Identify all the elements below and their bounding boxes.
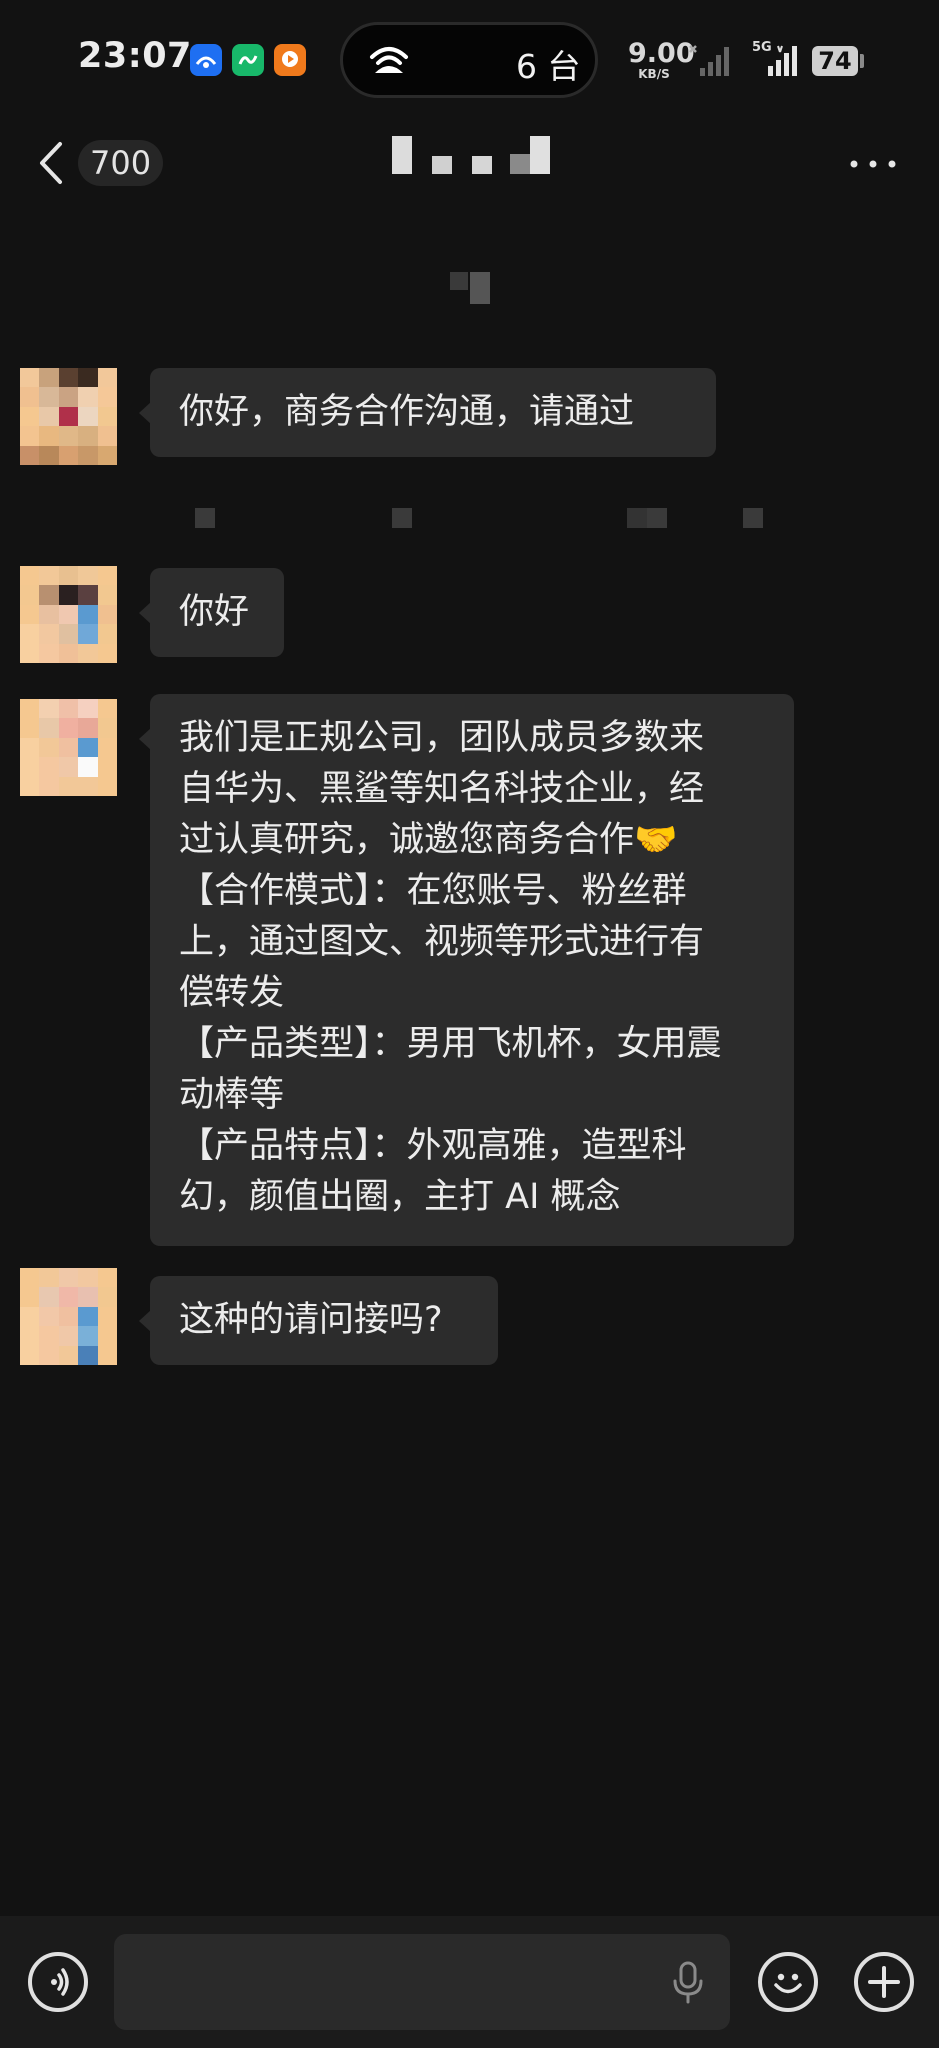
network-speed-value: 9.00 [628,38,695,69]
message-text-line: 【产品类型】：男用飞机杯，女用震 [179,1024,722,1064]
voice-icon [51,1968,69,1996]
message-bubble[interactable]: 我们是正规公司，团队成员多数来 自华为、黑鲨等知名科技企业，经 过认真研究，诚邀… [139,694,794,1246]
battery-level: 74 [812,46,858,76]
emoji-icon [774,1973,802,1994]
app-notification-icon [190,44,222,76]
message-text-line: 我们是正规公司，团队成员多数来 [179,718,705,758]
message-text-line: 偿转发 [179,973,285,1013]
message-input[interactable] [114,1934,730,2030]
app-notification-icon [274,44,306,76]
battery-tip [860,54,864,68]
message-text: 你好，商务合作沟通，请通过 [179,392,635,432]
contact-avatar[interactable] [20,566,117,663]
contact-name-redacted [392,136,552,176]
microphone-icon[interactable] [670,1960,706,2006]
emoji-button[interactable] [758,1952,818,2012]
message-text-line: 自华为、黑鲨等知名科技企业，经 [179,769,705,809]
contact-avatar[interactable] [20,1268,117,1365]
message-text-line: 动棒等 [179,1075,285,1115]
message-text-line: 幻，颜值出圈，主打 AI 概念 [179,1177,621,1217]
message-text: 你好 [179,592,250,632]
message-bubble[interactable]: 你好 [139,568,284,657]
hotspot-device-count: 6 台 [516,47,581,86]
message-text-line: 【合作模式】：在您账号、粉丝群 [179,871,687,911]
hotspot-icon [370,47,408,73]
message-text-line: 上，通过图文、视频等形式进行有 [179,922,705,962]
system-notice-redacted [195,506,765,528]
message-text-line: 【产品特点】：外观高雅，造型科 [179,1126,687,1166]
contact-avatar[interactable] [20,699,117,796]
message-text: 这种的请问接吗? [179,1300,443,1340]
message-text-line: 过认真研究，诚邀您商务合作🤝 [179,820,678,860]
add-attachment-button[interactable] [854,1952,914,2012]
more-icon[interactable] [850,160,896,168]
message-bubble[interactable]: 你好，商务合作沟通，请通过 [139,368,716,457]
voice-toggle-button[interactable] [28,1952,88,2012]
unread-count-badge[interactable]: 700 [78,140,164,186]
message-bubble[interactable]: 这种的请问接吗? [139,1276,498,1365]
network-speed-unit: KB/S [638,67,670,81]
signal-5g-icon [768,45,797,76]
status-time: 23:07 [78,36,192,76]
plus-icon [868,1966,900,1998]
contact-avatar[interactable] [20,368,117,465]
app-notification-icon [232,44,264,76]
timestamp-redacted [450,272,510,304]
signal-icon [689,45,729,76]
network-speed: 9.00 KB/S [628,38,695,81]
back-chevron-icon[interactable] [36,138,66,188]
